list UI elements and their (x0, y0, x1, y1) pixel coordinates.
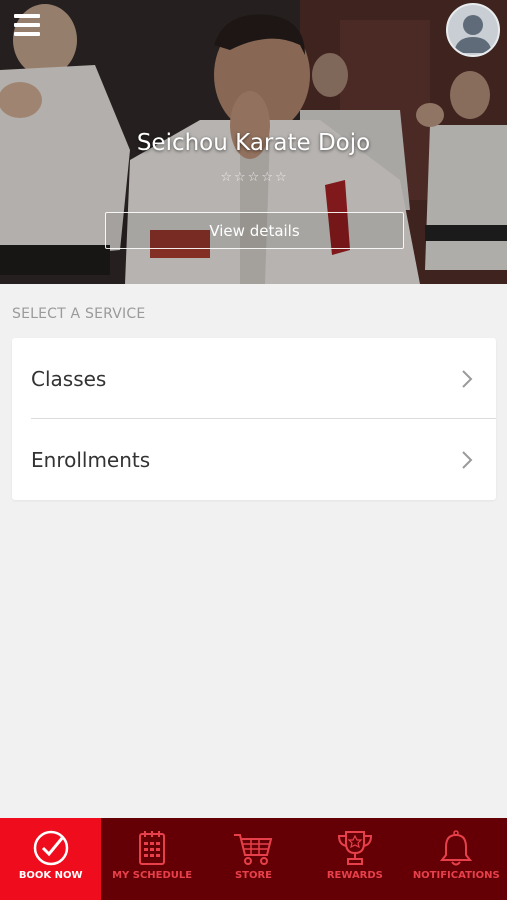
chevron-right-icon (462, 370, 473, 388)
nav-rewards[interactable]: REWARDS (304, 818, 405, 900)
section-title: SELECT A SERVICE (12, 306, 146, 322)
nav-notifications[interactable]: NOTIFICATIONS (406, 818, 507, 900)
star-icon: ☆ (234, 170, 246, 185)
star-icon: ☆ (274, 170, 287, 185)
user-silhouette-icon (454, 15, 492, 53)
nav-book-now[interactable]: BOOK NOW (0, 818, 102, 900)
service-item-enrollments[interactable]: Enrollments (12, 419, 496, 500)
service-label: Enrollments (31, 447, 151, 472)
nav-label: MY SCHEDULE (112, 870, 193, 881)
nav-my-schedule[interactable]: MY SCHEDULE (101, 818, 202, 900)
nav-label: REWARDS (326, 870, 383, 881)
calendar-icon (139, 831, 166, 865)
chevron-right-icon (462, 451, 473, 469)
bell-icon (440, 830, 473, 866)
nav-label: NOTIFICATIONS (412, 870, 500, 881)
trophy-icon (337, 831, 372, 865)
service-item-classes[interactable]: Classes (12, 338, 496, 419)
star-icon: ☆ (247, 170, 260, 185)
bottom-navigation: BOOK NOW MY SCHEDULE STORE REWARDS NOTIF… (0, 818, 507, 900)
star-icon: ☆ (261, 170, 273, 185)
service-label: Classes (31, 366, 107, 391)
star-rating: ☆ ☆ ☆ ☆ ☆ (0, 166, 507, 185)
hamburger-menu-icon[interactable] (14, 14, 40, 38)
view-details-button[interactable]: View details (105, 212, 404, 249)
studio-name: Seichou Karate Dojo (136, 130, 371, 156)
nav-store[interactable]: STORE (203, 818, 304, 900)
nav-label: BOOK NOW (18, 870, 83, 881)
studio-hero: Seichou Karate Dojo ☆ ☆ ☆ ☆ ☆ View details (0, 0, 507, 284)
cart-icon (234, 834, 273, 865)
nav-label: STORE (234, 870, 272, 881)
service-list: Classes Enrollments (12, 338, 496, 500)
check-circle-icon (33, 830, 68, 866)
profile-avatar[interactable] (446, 3, 500, 57)
star-icon: ☆ (220, 170, 233, 185)
